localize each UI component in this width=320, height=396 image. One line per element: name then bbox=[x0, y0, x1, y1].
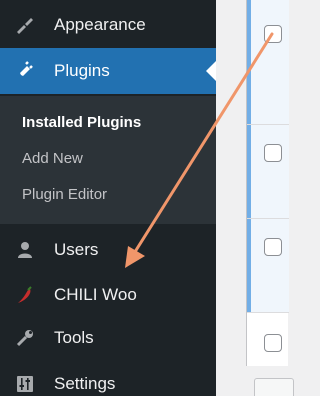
row-divider bbox=[247, 312, 289, 313]
plugins-submenu: Installed Plugins Add New Plugin Editor bbox=[0, 96, 216, 224]
current-menu-arrow bbox=[206, 61, 216, 81]
plugins-table bbox=[246, 0, 289, 366]
sidebar-item-users[interactable]: Users bbox=[0, 230, 216, 270]
row-divider bbox=[247, 218, 289, 219]
paintbrush-icon bbox=[14, 14, 36, 36]
wrench-icon bbox=[14, 327, 36, 349]
sidebar-item-tools[interactable]: Tools bbox=[0, 318, 216, 358]
row-divider bbox=[247, 124, 289, 125]
sidebar-item-settings[interactable]: Settings bbox=[0, 364, 216, 396]
sidebar-item-label: Settings bbox=[54, 374, 116, 393]
sidebar-item-label: Appearance bbox=[54, 15, 146, 34]
plugin-row-checkbox[interactable] bbox=[264, 238, 282, 256]
sliders-icon bbox=[14, 373, 36, 395]
submenu-plugin-editor[interactable]: Plugin Editor bbox=[22, 186, 107, 203]
user-icon bbox=[14, 239, 36, 261]
bulk-action-button[interactable] bbox=[254, 378, 294, 396]
sidebar-item-label: CHILI Woo bbox=[54, 285, 137, 304]
plugin-row-checkbox[interactable] bbox=[264, 144, 282, 162]
admin-sidebar: Appearance Plugins Installed Plugins Add… bbox=[0, 0, 216, 396]
chili-pepper-icon bbox=[14, 284, 36, 306]
sidebar-item-chili-woo[interactable]: CHILI Woo bbox=[0, 275, 216, 315]
sidebar-item-appearance[interactable]: Appearance bbox=[0, 6, 216, 44]
plugins-list-area bbox=[216, 0, 294, 396]
sidebar-item-label: Users bbox=[54, 240, 99, 259]
submenu-installed-plugins[interactable]: Installed Plugins bbox=[22, 114, 141, 131]
sidebar-item-label: Tools bbox=[54, 328, 94, 347]
plugin-icon bbox=[14, 60, 36, 82]
submenu-add-new[interactable]: Add New bbox=[22, 150, 83, 167]
sidebar-item-label: Plugins bbox=[54, 61, 110, 80]
plugin-row-checkbox[interactable] bbox=[264, 334, 282, 352]
sidebar-item-plugins[interactable]: Plugins bbox=[0, 48, 216, 94]
plugin-row-checkbox[interactable] bbox=[264, 25, 282, 43]
